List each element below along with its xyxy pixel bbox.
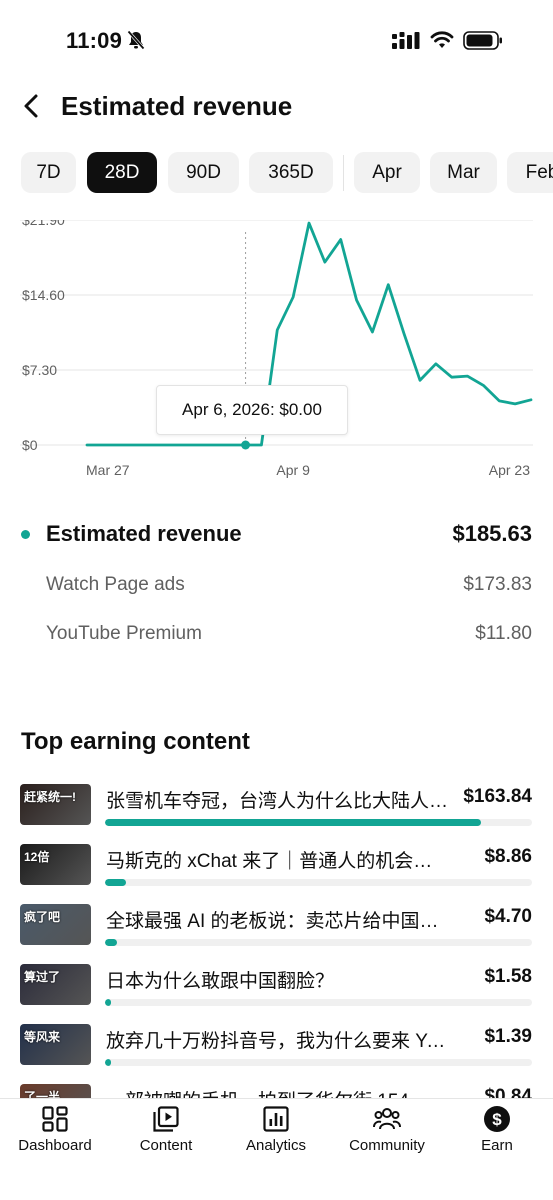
nav-label: Dashboard — [18, 1137, 92, 1154]
x-tick-label: Apr 9 — [276, 462, 310, 478]
earning-bar-track — [105, 879, 532, 886]
bell-off-icon — [127, 30, 145, 50]
earning-item[interactable]: 了一半 一部被嘲的手机，拍到了华尔街 154 $0.84 — [0, 1082, 553, 1098]
earning-item[interactable]: 疯了吧 全球最强 AI 的老板说：卖芯片给中国是错误的 $4.70 — [0, 902, 553, 962]
wifi-icon — [430, 31, 454, 48]
earning-bar-fill — [105, 999, 112, 1006]
earning-bar-fill — [105, 939, 117, 946]
community-icon — [373, 1108, 401, 1130]
back-arrow-icon — [24, 94, 38, 118]
earning-bar-track — [105, 819, 532, 826]
x-tick-label: Apr 23 — [489, 462, 530, 478]
nav-content[interactable]: Content — [111, 1099, 221, 1169]
chip-divider — [343, 155, 344, 191]
earning-item[interactable]: 赶紧统一! 张雪机车夺冠，台湾人为什么比大陆人还激动？ $163.84 — [0, 782, 553, 842]
summary-row-label: YouTube Premium — [46, 623, 202, 644]
earning-item-value: $4.70 — [484, 906, 532, 927]
chip-7d[interactable]: 7D — [21, 152, 76, 193]
thumbnail-text: 等风来 — [24, 1030, 61, 1044]
x-tick-label: Mar 27 — [86, 462, 130, 478]
earning-bar-track — [105, 1059, 532, 1066]
earning-item-title: 日本为什么敢跟中国翻脸？ — [106, 971, 335, 992]
video-thumbnail: 算过了 — [20, 964, 91, 1005]
back-button[interactable] — [14, 88, 50, 124]
nav-label: Content — [139, 1137, 193, 1154]
top-earning-title: Top earning content — [21, 728, 250, 755]
nav-analytics[interactable]: Analytics — [221, 1099, 331, 1169]
summary-main-label: Estimated revenue — [46, 521, 242, 546]
earning-item[interactable]: 等风来 放弃几十万粉抖音号，我为什么要来 YouTube $1.39 — [0, 1022, 553, 1082]
series-dot — [21, 530, 30, 539]
chart-tooltip: Apr 6, 2026: $0.00 — [156, 385, 348, 435]
svg-text:$: $ — [492, 1110, 502, 1129]
y-tick-label: $14.60 — [22, 287, 65, 303]
summary-row-value: $173.83 — [463, 574, 532, 595]
earning-item-value: $8.86 — [484, 846, 532, 867]
summary-row-value: $11.80 — [475, 623, 532, 644]
video-thumbnail: 等风来 — [20, 1024, 91, 1065]
video-thumbnail: 了一半 — [20, 1084, 91, 1098]
video-thumbnail: 疯了吧 — [20, 904, 91, 945]
earning-item-value: $1.58 — [484, 966, 532, 987]
y-tick-label: $21.90 — [22, 220, 65, 228]
content-icon — [153, 1106, 179, 1132]
earning-item-value: $163.84 — [463, 786, 532, 807]
nav-dashboard[interactable]: Dashboard — [0, 1099, 110, 1169]
chip-apr[interactable]: Apr — [354, 152, 420, 193]
top-earning-list: 赶紧统一! 张雪机车夺冠，台湾人为什么比大陆人还激动？ $163.84 12倍 … — [0, 780, 553, 1098]
chip-feb[interactable]: Feb — [507, 152, 553, 193]
earning-bar-fill — [105, 1059, 112, 1066]
bottom-nav: Dashboard Content Analytics Community $ … — [0, 1098, 553, 1200]
earning-bar-fill — [105, 819, 481, 826]
earning-item-title: 放弃几十万粉抖音号，我为什么要来 YouTube — [106, 1031, 450, 1052]
earning-bar-track — [105, 999, 532, 1006]
y-tick-label: $7.30 — [22, 362, 57, 378]
chip-mar[interactable]: Mar — [430, 152, 497, 193]
earning-item-value: $0.84 — [484, 1086, 532, 1098]
status-bar: 11:09 — [0, 0, 553, 80]
y-tick-label: $0 — [22, 437, 38, 453]
earning-item[interactable]: 算过了 日本为什么敢跟中国翻脸？ $1.58 — [0, 962, 553, 1022]
summary-main-value: $185.63 — [452, 521, 532, 546]
page-title: Estimated revenue — [61, 91, 293, 121]
chip-90d[interactable]: 90D — [168, 152, 239, 193]
revenue-line-chart: $21.90 $14.60 $7.30 $0 Mar 27 Apr 9 Apr 23 — [20, 220, 533, 478]
battery-icon — [463, 31, 502, 50]
earn-icon: $ — [484, 1106, 510, 1132]
earning-item-title: 马斯克的 xChat 来了｜普通人的机会在哪里 — [106, 851, 450, 872]
earning-item-value: $1.39 — [484, 1026, 532, 1047]
video-thumbnail: 赶紧统一! — [20, 784, 91, 825]
thumbnail-text: 赶紧统一! — [24, 790, 76, 804]
summary-row-watch-page-ads: Watch Page ads $173.83 — [0, 566, 553, 606]
nav-label: Community — [349, 1137, 425, 1154]
nav-label: Earn — [481, 1137, 513, 1154]
thumbnail-text: 12倍 — [24, 850, 50, 864]
highlight-point — [241, 440, 251, 450]
earning-item-title: 全球最强 AI 的老板说：卖芯片给中国是错误的 — [106, 911, 450, 932]
thumbnail-text: 算过了 — [24, 970, 61, 984]
dashboard-icon — [42, 1106, 68, 1132]
period-chips: 7D 28D 90D 365D Apr Mar Feb — [0, 152, 553, 194]
status-time: 11:09 — [66, 28, 123, 53]
signal-icon — [392, 32, 420, 49]
earning-bar-fill — [105, 879, 127, 886]
revenue-chart[interactable]: $21.90 $14.60 $7.30 $0 Mar 27 Apr 9 Apr 23 Apr… — [0, 220, 553, 490]
earning-item-title: 一部被嘲的手机，拍到了华尔街 154 — [106, 1086, 450, 1098]
nav-earn[interactable]: $ Earn — [442, 1099, 552, 1169]
nav-label: Analytics — [245, 1137, 307, 1154]
analytics-icon — [263, 1106, 289, 1132]
earning-bar-track — [105, 939, 532, 946]
summary-row-label: Watch Page ads — [46, 574, 185, 595]
earning-item[interactable]: 12倍 马斯克的 xChat 来了｜普通人的机会在哪里 $8.86 — [0, 842, 553, 902]
summary-row-youtube-premium: YouTube Premium $11.80 — [0, 615, 553, 655]
chip-365d[interactable]: 365D — [249, 152, 333, 193]
nav-community[interactable]: Community — [332, 1099, 442, 1169]
video-thumbnail: 12倍 — [20, 844, 91, 885]
earning-item-title: 张雪机车夺冠，台湾人为什么比大陆人还激动？ — [106, 791, 450, 812]
summary-main-row: Estimated revenue $185.63 — [0, 515, 553, 555]
thumbnail-text: 疯了吧 — [24, 910, 61, 924]
chip-28d[interactable]: 28D — [87, 152, 157, 193]
thumbnail-text: 了一半 — [24, 1090, 61, 1098]
